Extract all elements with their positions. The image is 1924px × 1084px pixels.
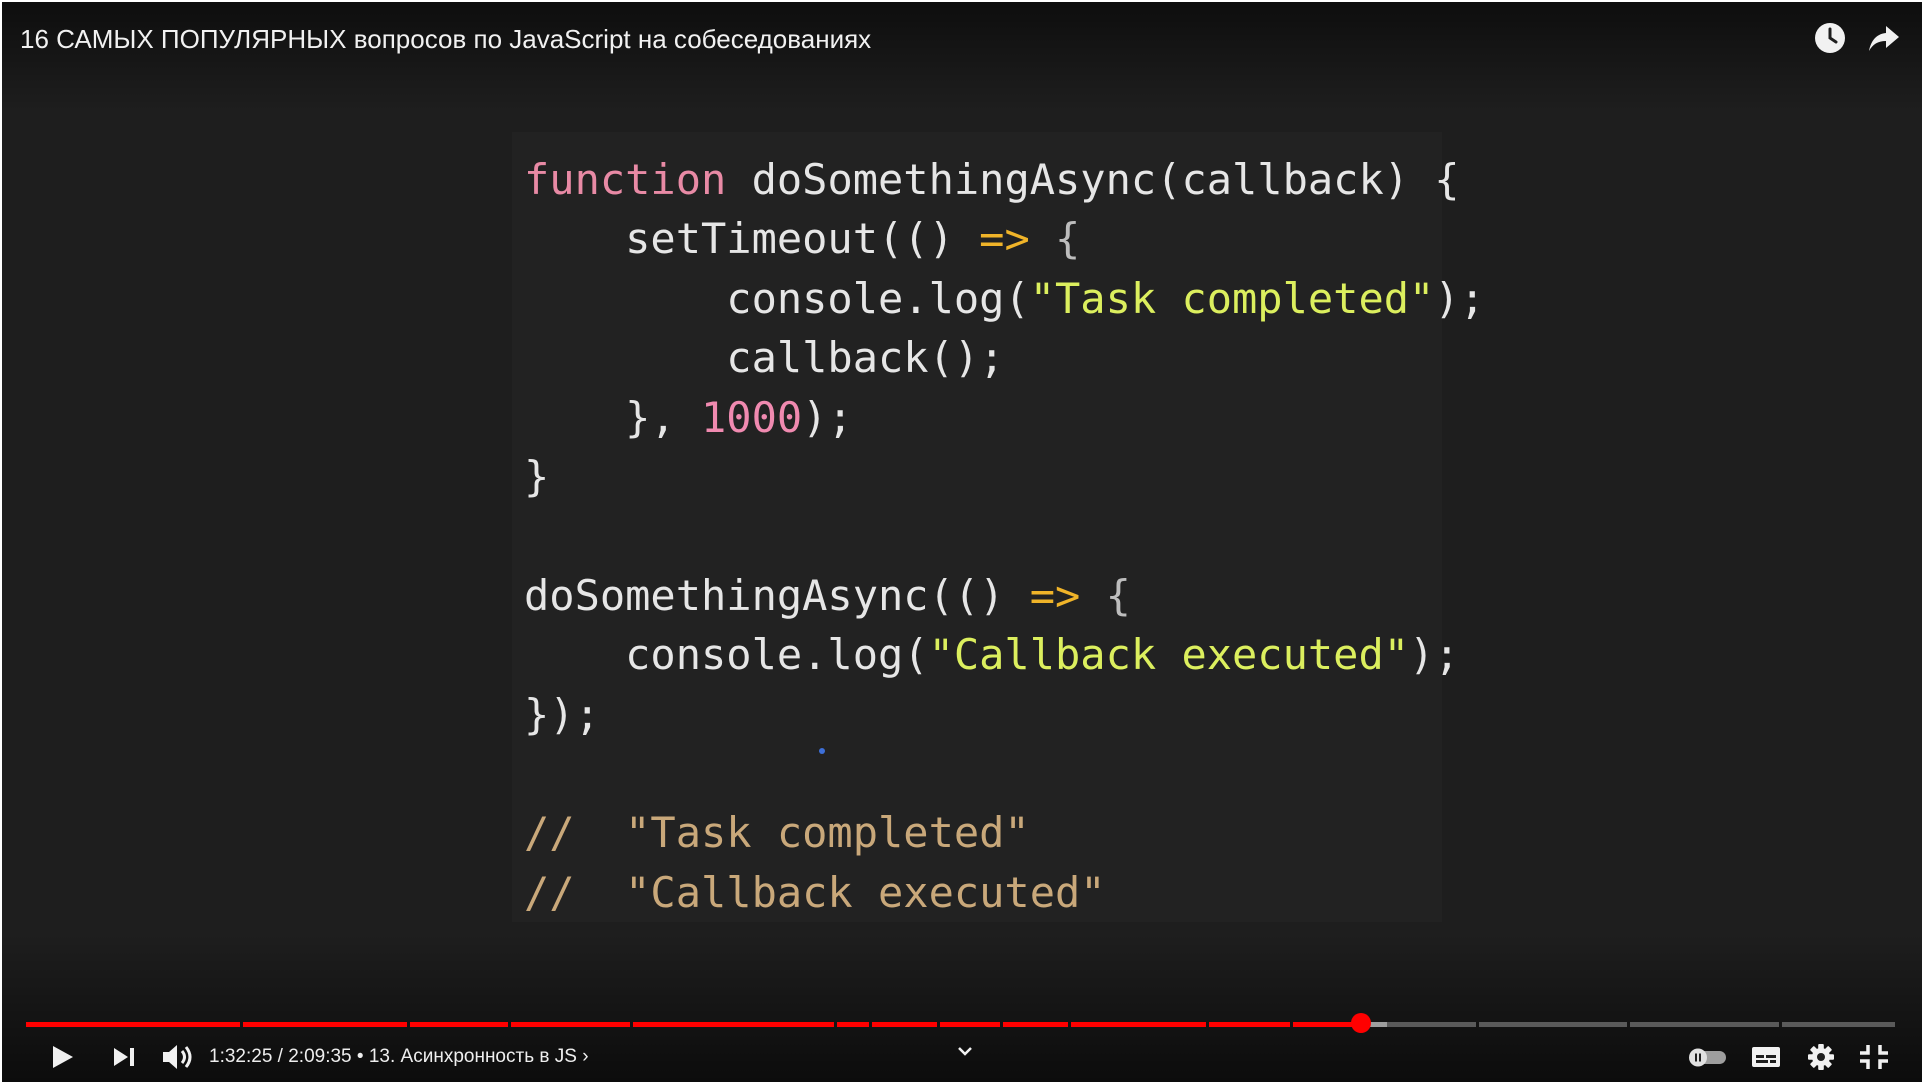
play-button[interactable] [44, 1036, 80, 1078]
chevron-down-icon[interactable] [951, 1042, 979, 1062]
exit-fullscreen-icon[interactable] [1854, 1036, 1894, 1078]
time-display: 1:32:25 / 2:09:35 • 13. Асинхронность в … [209, 1044, 589, 1070]
played-fill [26, 1022, 241, 1027]
video-title[interactable]: 16 САМЫХ ПОПУЛЯРНЫХ вопросов по JavaScri… [20, 22, 871, 56]
code-line: callback(); [524, 333, 1005, 383]
played-fill [1070, 1022, 1207, 1027]
code-block: function doSomethingAsync(callback) { se… [524, 150, 1485, 922]
chapter-segment[interactable] [26, 1022, 241, 1027]
subtitles-icon[interactable] [1746, 1036, 1786, 1078]
code-line: function doSomethingAsync(callback) { [524, 155, 1460, 204]
code-line: // "Callback executed" [524, 867, 1106, 917]
played-fill [632, 1022, 834, 1027]
played-fill [939, 1022, 1001, 1027]
chapter-separator: • [356, 1046, 364, 1067]
chapter-segment[interactable] [1003, 1022, 1068, 1027]
chapter-segment[interactable] [409, 1022, 508, 1027]
chapter-segment[interactable] [939, 1022, 1001, 1027]
chapter-segment[interactable] [1630, 1022, 1779, 1027]
next-button[interactable] [106, 1036, 142, 1078]
code-line: doSomethingAsync(() => { [524, 570, 1131, 620]
chapter-label[interactable]: 13. Асинхронность в JS [369, 1046, 577, 1067]
code-line: console.log("Callback executed"); [524, 630, 1460, 680]
played-fill [872, 1022, 937, 1027]
code-line: setTimeout(() => { [524, 214, 1081, 264]
chapter-segment[interactable] [1781, 1022, 1895, 1027]
played-fill [836, 1022, 870, 1027]
chapter-segment[interactable] [1293, 1022, 1476, 1027]
chapter-segment[interactable] [1478, 1022, 1628, 1027]
played-fill [1003, 1022, 1068, 1027]
autoplay-toggle-icon[interactable] [1686, 1036, 1730, 1078]
code-line: // "Task completed" [524, 808, 1030, 858]
code-line: }, 1000); [524, 392, 853, 442]
played-fill [243, 1022, 407, 1027]
played-fill [510, 1022, 630, 1027]
time-readout: 1:32:25 / 2:09:35 [209, 1046, 352, 1067]
chapter-segment[interactable] [632, 1022, 834, 1027]
code-line: } [524, 451, 550, 501]
cursor-dot [819, 748, 825, 754]
chapter-segment[interactable] [1209, 1022, 1291, 1027]
played-fill [409, 1022, 508, 1027]
chapter-segment[interactable] [836, 1022, 870, 1027]
top-gradient [2, 2, 1922, 112]
code-line: }); [524, 689, 600, 739]
played-fill [1209, 1022, 1291, 1027]
chapter-segment[interactable] [243, 1022, 407, 1027]
gear-icon[interactable] [1800, 1036, 1842, 1078]
chapter-title[interactable]: 13. Асинхронность в JS › [369, 1046, 589, 1067]
volume-icon[interactable] [158, 1036, 198, 1078]
scrubber-handle[interactable] [1350, 1013, 1371, 1033]
chapter-arrow[interactable]: › [582, 1046, 588, 1067]
share-arrow-icon[interactable] [1866, 20, 1902, 56]
chapter-segment[interactable] [872, 1022, 937, 1027]
progress-bar[interactable] [26, 1022, 1898, 1027]
chapter-segment[interactable] [510, 1022, 630, 1027]
video-player[interactable]: function doSomethingAsync(callback) { se… [2, 2, 1922, 1082]
code-line: console.log("Task completed"); [524, 273, 1485, 323]
clock-icon[interactable] [1812, 20, 1848, 56]
chapter-segment[interactable] [1070, 1022, 1207, 1027]
